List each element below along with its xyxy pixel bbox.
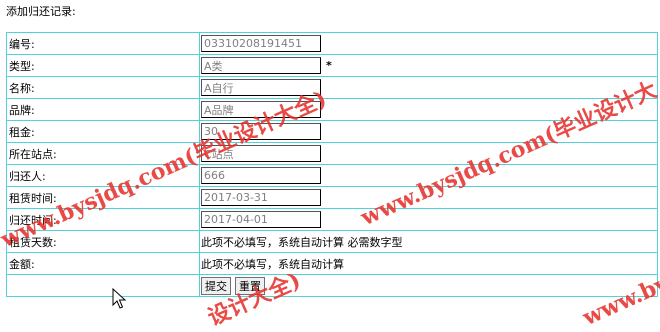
form-row-rent-days: 租赁天数: 此项不必填写，系统自动计算 必需数字型 [6,230,658,253]
form-row-name: 名称: [6,76,658,99]
return-time-label: 归还时间: [6,208,200,231]
form-row-station: 所在站点: [6,142,658,165]
form-row-actions: 提交 重置 [6,274,658,297]
brand-input[interactable] [201,101,321,118]
amount-label: 金额: [6,252,200,275]
form-row-returner: 归还人: [6,164,658,187]
name-label: 名称: [6,76,200,99]
form-row-amount: 金额: 此项不必填写，系统自动计算 [6,252,658,275]
rent-time-label: 租赁时间: [6,186,200,209]
form-row-rent-time: 租赁时间: [6,186,658,209]
station-input[interactable] [201,145,321,162]
amount-note: 此项不必填写，系统自动计算 [199,252,658,275]
rent-days-label: 租赁天数: [6,230,200,253]
submit-button[interactable]: 提交 [201,276,231,295]
station-label: 所在站点: [6,142,200,165]
return-record-form: 编号: 类型: * 名称: 品牌: 租金: 所在站点: 归还人: [6,32,658,297]
rent-input[interactable] [201,123,321,140]
form-row-rent: 租金: [6,120,658,143]
rent-label: 租金: [6,120,200,143]
mouse-pointer-icon [112,288,126,309]
brand-label: 品牌: [6,98,200,121]
form-row-id: 编号: [6,32,658,55]
returner-label: 归还人: [6,164,200,187]
rent-days-note: 此项不必填写，系统自动计算 必需数字型 [199,230,658,253]
rent-time-input[interactable] [201,189,321,206]
type-label: 类型: [6,54,200,77]
form-row-return-time: 归还时间: [6,208,658,231]
required-mark: * [326,58,332,72]
form-row-type: 类型: * [6,54,658,77]
form-row-brand: 品牌: [6,98,658,121]
type-input[interactable] [201,57,321,74]
reset-button[interactable]: 重置 [235,276,265,295]
id-label: 编号: [6,32,200,55]
returner-input[interactable] [201,167,321,184]
return-time-input[interactable] [201,211,321,228]
name-input[interactable] [201,79,321,96]
page-heading: 添加归还记录: [6,5,76,18]
id-input[interactable] [201,35,321,52]
